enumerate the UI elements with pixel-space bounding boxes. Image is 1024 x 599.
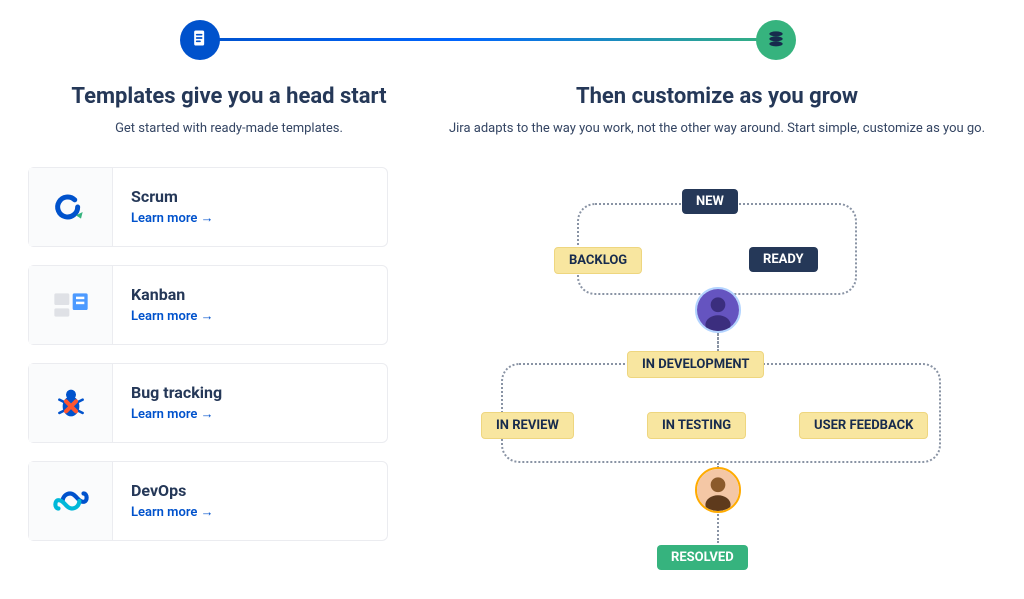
templates-sub: Get started with ready-made templates.: [28, 119, 430, 139]
templates-heading: Templates give you a head start: [28, 84, 430, 109]
template-title: DevOps: [131, 481, 214, 500]
status-feedback: USER FEEDBACK: [799, 412, 928, 439]
stack-icon: [766, 28, 786, 52]
status-dev: IN DEVELOPMENT: [627, 351, 764, 378]
template-title: Scrum: [131, 187, 214, 206]
learn-more-link[interactable]: Learn more →: [131, 504, 214, 520]
bug-icon: [29, 364, 113, 442]
templates-column: Templates give you a head start Get star…: [0, 74, 430, 587]
template-card-bug[interactable]: Bug tracking Learn more →: [28, 363, 388, 443]
template-title: Bug tracking: [131, 383, 222, 402]
kanban-icon: [29, 266, 113, 344]
customize-sub: Jira adapts to the way you work, not the…: [430, 119, 1004, 139]
devops-icon: [29, 462, 113, 540]
status-review: IN REVIEW: [481, 412, 574, 439]
customize-column: Then customize as you grow Jira adapts t…: [430, 74, 1024, 587]
status-backlog: BACKLOG: [554, 247, 642, 274]
status-resolved: RESOLVED: [657, 545, 748, 570]
status-new: NEW: [682, 189, 738, 214]
learn-more-link[interactable]: Learn more →: [131, 210, 214, 226]
status-testing: IN TESTING: [647, 412, 746, 439]
scrum-icon: [29, 168, 113, 246]
stepper-line: [200, 38, 776, 41]
avatar: [695, 287, 741, 333]
workflow-diagram: NEW BACKLOG READY IN DEVELOPMENT IN REVI…: [447, 167, 987, 587]
template-icon: [190, 28, 210, 52]
template-title: Kanban: [131, 285, 214, 304]
stepper: [0, 14, 1024, 74]
template-card-scrum[interactable]: Scrum Learn more →: [28, 167, 388, 247]
learn-more-link[interactable]: Learn more →: [131, 308, 214, 324]
status-ready: READY: [749, 247, 818, 272]
stepper-dot-customize: [756, 20, 796, 60]
avatar: [695, 467, 741, 513]
learn-more-link[interactable]: Learn more →: [131, 406, 222, 422]
template-card-kanban[interactable]: Kanban Learn more →: [28, 265, 388, 345]
customize-heading: Then customize as you grow: [430, 84, 1004, 109]
stepper-dot-templates: [180, 20, 220, 60]
template-card-devops[interactable]: DevOps Learn more →: [28, 461, 388, 541]
